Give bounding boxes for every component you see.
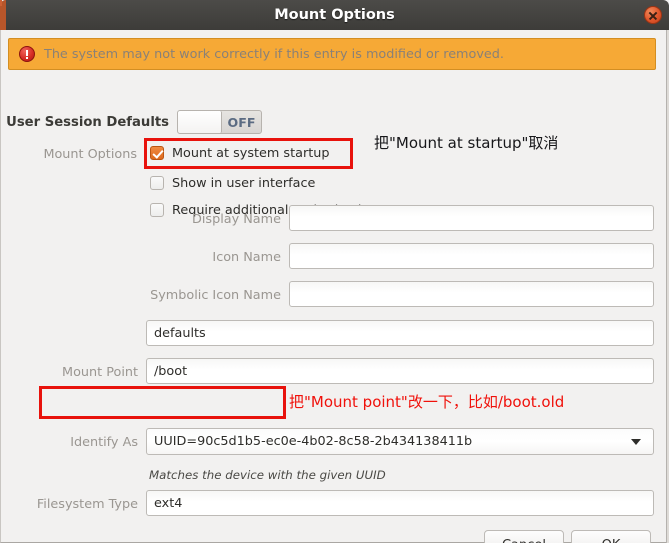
annotation-text-mount-startup: 把"Mount at startup"取消 [374, 134, 559, 152]
mount-options-dialog: Mount Options The system may not work co… [0, 0, 669, 543]
identify-as-label-row: Identify As [9, 429, 138, 455]
cancel-button[interactable]: Cancel [484, 530, 564, 543]
error-circle-icon [19, 46, 35, 62]
checkbox-unchecked-icon[interactable] [150, 176, 164, 190]
checkbox-checked-icon[interactable] [150, 146, 164, 160]
mount-point-label: Mount Point [62, 364, 138, 380]
toggle-state-label: OFF [227, 114, 256, 130]
identify-as-label: Identify As [70, 434, 138, 450]
user-session-defaults-toggle[interactable]: OFF [177, 110, 262, 134]
icon-name-label: Icon Name [212, 249, 281, 265]
icon-name-input[interactable] [289, 243, 654, 269]
toggle-knob [178, 111, 222, 133]
mount-point-input[interactable] [146, 358, 654, 384]
annotation-text-mount-point: 把"Mount point"改一下，比如/boot.old [289, 393, 565, 411]
chevron-down-icon[interactable] [631, 438, 641, 445]
icon-name-label-row: Icon Name [9, 244, 281, 270]
title-bar: Mount Options [0, 0, 669, 30]
mount-options-string-input[interactable] [146, 320, 654, 346]
symbolic-icon-name-label-row: Symbolic Icon Name [9, 282, 281, 308]
dialog-content: The system may not work correctly if thi… [0, 30, 669, 543]
ok-button[interactable]: OK [571, 530, 651, 543]
filesystem-type-label: Filesystem Type [36, 496, 138, 512]
display-name-label: Display Name [192, 211, 281, 227]
user-session-defaults-label-row: User Session Defaults [6, 109, 169, 135]
identify-as-hint: Matches the device with the given UUID [149, 468, 386, 482]
warning-banner: The system may not work correctly if thi… [8, 38, 656, 70]
mount-options-label-row: Mount Options [9, 141, 137, 167]
display-name-input[interactable] [289, 205, 654, 231]
filesystem-type-label-row: Filesystem Type [9, 491, 138, 517]
identify-as-value: UUID=90c5d1b5-ec0e-4b02-8c58-2b434138411… [154, 434, 473, 449]
warning-text: The system may not work correctly if thi… [44, 46, 504, 62]
filesystem-type-input[interactable] [146, 490, 654, 516]
checkbox-label: Show in user interface [172, 175, 316, 191]
checkbox-label: Mount at system startup [172, 145, 330, 161]
display-name-label-row: Display Name [9, 206, 281, 232]
checkbox-show-in-user-interface[interactable]: Show in user interface [150, 172, 315, 194]
close-icon[interactable] [644, 6, 662, 24]
annotation-box-mount-point [39, 386, 286, 419]
mount-options-label: Mount Options [43, 146, 137, 162]
checkbox-mount-at-system-startup[interactable]: Mount at system startup [150, 142, 329, 164]
user-session-defaults-label: User Session Defaults [6, 114, 169, 130]
symbolic-icon-name-input[interactable] [289, 281, 654, 307]
identify-as-dropdown[interactable]: UUID=90c5d1b5-ec0e-4b02-8c58-2b434138411… [146, 428, 654, 455]
mount-point-label-row: Mount Point [9, 359, 138, 385]
window-title: Mount Options [274, 7, 395, 23]
symbolic-icon-name-label: Symbolic Icon Name [150, 287, 281, 303]
